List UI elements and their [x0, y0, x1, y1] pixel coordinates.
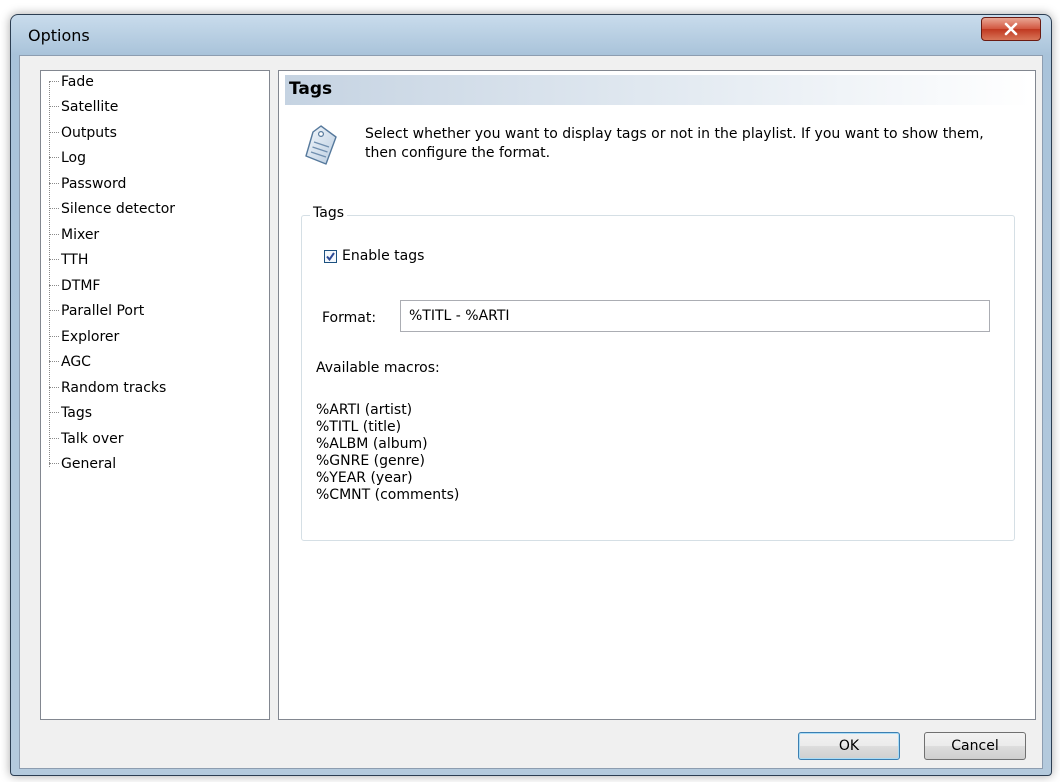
- tree-branch: [49, 259, 59, 261]
- macro-item: %ARTI (artist): [316, 402, 413, 418]
- tree-item-silence-detector[interactable]: Silence detector: [49, 198, 176, 220]
- tree-item-label: Explorer: [61, 329, 120, 345]
- title-bar[interactable]: Options: [11, 15, 1051, 57]
- tree-branch: [49, 208, 59, 210]
- tree-branch: [49, 234, 59, 236]
- tree-item-tth[interactable]: TTH: [49, 249, 89, 271]
- tree-item-fade[interactable]: Fade: [49, 71, 94, 93]
- panel-title: Tags: [289, 79, 333, 99]
- tree-branch: [49, 81, 59, 83]
- tree-item-label: Password: [61, 176, 127, 192]
- close-button[interactable]: [981, 17, 1041, 41]
- tree-branch: [49, 336, 59, 338]
- tree-item-label: General: [61, 456, 117, 472]
- tree-item-label: Parallel Port: [61, 303, 145, 319]
- tree-branch: [49, 285, 59, 287]
- tree-item-explorer[interactable]: Explorer: [49, 326, 120, 348]
- tree-item-log[interactable]: Log: [49, 147, 87, 169]
- tree-item-tags[interactable]: Tags: [49, 402, 92, 424]
- panel-header: Tags: [285, 75, 1031, 105]
- tree-branch: [49, 106, 59, 108]
- tree-item-label: Mixer: [61, 227, 100, 243]
- tree-item-mixer[interactable]: Mixer: [49, 224, 100, 246]
- settings-panel: Tags Select whether you want to display …: [278, 70, 1036, 720]
- tree-branch: [49, 310, 59, 312]
- format-input[interactable]: [400, 300, 990, 332]
- tree-item-dtmf[interactable]: DTMF: [49, 275, 101, 297]
- tree-branch: [49, 438, 59, 440]
- close-icon: [1004, 22, 1018, 36]
- tree-item-label: Silence detector: [61, 201, 176, 217]
- tree-item-satellite[interactable]: Satellite: [49, 96, 119, 118]
- available-macros-label: Available macros:: [316, 360, 440, 376]
- enable-tags-label: Enable tags: [342, 248, 425, 264]
- checkmark-icon: [326, 251, 335, 261]
- options-tree[interactable]: Fade Satellite Outputs Log Password Sile…: [40, 70, 270, 720]
- group-label: Tags: [310, 205, 347, 221]
- tree-item-label: Satellite: [61, 99, 119, 115]
- macro-item: %GNRE (genre): [316, 453, 426, 469]
- tree-branch: [49, 132, 59, 134]
- tree-item-talk-over[interactable]: Talk over: [49, 428, 124, 450]
- tree-item-agc[interactable]: AGC: [49, 351, 91, 373]
- panel-description: Select whether you want to display tags …: [365, 126, 984, 161]
- ok-button[interactable]: OK: [798, 732, 900, 760]
- tree-item-label: TTH: [61, 252, 89, 268]
- enable-tags-checkbox[interactable]: [324, 249, 337, 263]
- tree-connector-line: [49, 81, 50, 467]
- tree-item-label: Fade: [61, 74, 94, 90]
- tree-item-general[interactable]: General: [49, 453, 117, 475]
- macro-list: %ARTI (artist) %TITL (title) %ALBM (albu…: [316, 402, 459, 504]
- tree-branch: [49, 463, 59, 465]
- tree-item-label: AGC: [61, 354, 91, 370]
- tree-item-label: Log: [61, 150, 87, 166]
- tree-item-random-tracks[interactable]: Random tracks: [49, 377, 167, 399]
- tags-groupbox: Tags Enable tags Format: Available macro…: [301, 205, 1015, 541]
- tree-item-outputs[interactable]: Outputs: [49, 122, 117, 144]
- tree-item-label: DTMF: [61, 278, 101, 294]
- macro-item: %TITL (title): [316, 419, 402, 435]
- options-window: Options Fade Satellite Outputs Log Passw…: [10, 14, 1052, 776]
- tree-branch: [49, 361, 59, 363]
- macro-item: %ALBM (album): [316, 436, 428, 452]
- tree-item-parallel-port[interactable]: Parallel Port: [49, 300, 145, 322]
- tree-item-label: Tags: [61, 405, 92, 421]
- tree-item-label: Random tracks: [61, 380, 167, 396]
- enable-tags-checkbox-row[interactable]: Enable tags: [324, 248, 424, 264]
- tree-branch: [49, 412, 59, 414]
- tree-branch: [49, 387, 59, 389]
- dialog-client-area: Fade Satellite Outputs Log Password Sile…: [19, 55, 1043, 769]
- window-title: Options: [28, 26, 90, 45]
- tree-branch: [49, 183, 59, 185]
- format-label: Format:: [322, 310, 377, 326]
- tag-icon: [305, 125, 337, 165]
- tree-item-label: Outputs: [61, 125, 117, 141]
- tree-branch: [49, 157, 59, 159]
- tree-item-password[interactable]: Password: [49, 173, 127, 195]
- macro-item: %CMNT (comments): [316, 487, 460, 503]
- macro-item: %YEAR (year): [316, 470, 413, 486]
- cancel-button[interactable]: Cancel: [924, 732, 1026, 760]
- tree-item-label: Talk over: [61, 431, 124, 447]
